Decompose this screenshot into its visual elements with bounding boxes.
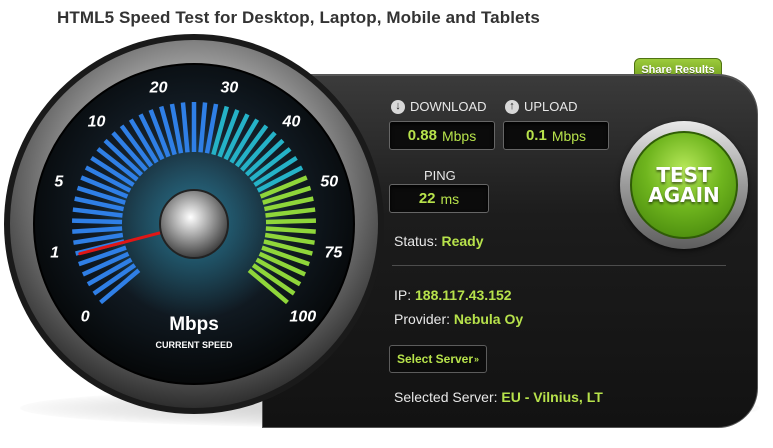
speed-gauge: 0 1 5 10 20 30 40 50 75 100 Mbps CURRENT SPEED [4, 34, 384, 414]
download-value-box: 0.88 Mbps [389, 121, 495, 150]
ping-value-box: 22 ms [389, 184, 489, 213]
ping-label: PING [424, 168, 456, 183]
upload-label: ↑ UPLOAD [505, 99, 577, 114]
download-unit: Mbps [441, 127, 477, 144]
test-again-button-ring: TEST AGAIN [620, 121, 748, 249]
status-label: Status: [394, 233, 438, 249]
status-value: Ready [441, 233, 484, 249]
gauge-hub [159, 189, 229, 259]
gauge-tick-label: 1 [50, 244, 59, 261]
gauge-bar [71, 218, 123, 225]
selected-server-value: EU - Vilnius, LT [501, 389, 603, 405]
gauge-bar [72, 226, 123, 234]
gauge-tick-label: 75 [324, 244, 343, 261]
ping-value: 22 [418, 190, 436, 207]
ip-row: IP: 188.117.43.152 [394, 287, 512, 303]
gauge-tick-label: 0 [81, 308, 90, 325]
gauge-unit-label: Mbps [169, 314, 219, 335]
arrow-down-icon: ↓ [391, 99, 405, 114]
select-server-dropdown[interactable]: Select Server » [389, 345, 487, 373]
provider-value: Nebula Oy [453, 311, 524, 327]
ping-unit: ms [440, 190, 460, 207]
upload-label-text: UPLOAD [524, 99, 578, 114]
gauge-tick-label: 50 [320, 174, 338, 191]
upload-value: 0.1 [525, 127, 547, 144]
gauge-tick-label: 30 [221, 79, 239, 96]
gauge-tick-label: 100 [289, 308, 316, 325]
arrow-up-icon: ↑ [505, 99, 519, 114]
download-label-text: DOWNLOAD [410, 99, 487, 114]
provider-label: Provider: [394, 311, 451, 327]
test-again-line1: TEST [656, 163, 712, 187]
status-row: Status: Ready [394, 233, 484, 249]
ip-value: 188.117.43.152 [415, 287, 512, 303]
chevron-down-icon: » [474, 354, 480, 364]
download-value: 0.88 [407, 127, 437, 144]
gauge-caption: CURRENT SPEED [155, 340, 233, 350]
upload-value-box: 0.1 Mbps [503, 121, 609, 150]
gauge-tick-label: 5 [54, 174, 64, 191]
gauge-bar [265, 218, 317, 225]
gauge-tick-label: 40 [282, 114, 301, 131]
gauge-bar [265, 226, 316, 234]
provider-row: Provider: Nebula Oy [394, 311, 523, 327]
ip-label: IP: [394, 287, 412, 303]
selected-server-row: Selected Server: EU - Vilnius, LT [394, 389, 603, 405]
gauge-tick-label: 20 [149, 79, 168, 96]
selected-server-label: Selected Server: [394, 389, 498, 405]
download-label: ↓ DOWNLOAD [391, 99, 487, 114]
upload-unit: Mbps [551, 127, 587, 144]
select-server-label: Select Server [396, 352, 474, 366]
test-again-line2: AGAIN [648, 183, 720, 207]
test-again-button[interactable]: TEST AGAIN [630, 131, 738, 239]
gauge-tick-label: 10 [88, 114, 106, 131]
divider [392, 265, 726, 266]
page-title: HTML5 Speed Test for Desktop, Laptop, Mo… [57, 8, 540, 27]
